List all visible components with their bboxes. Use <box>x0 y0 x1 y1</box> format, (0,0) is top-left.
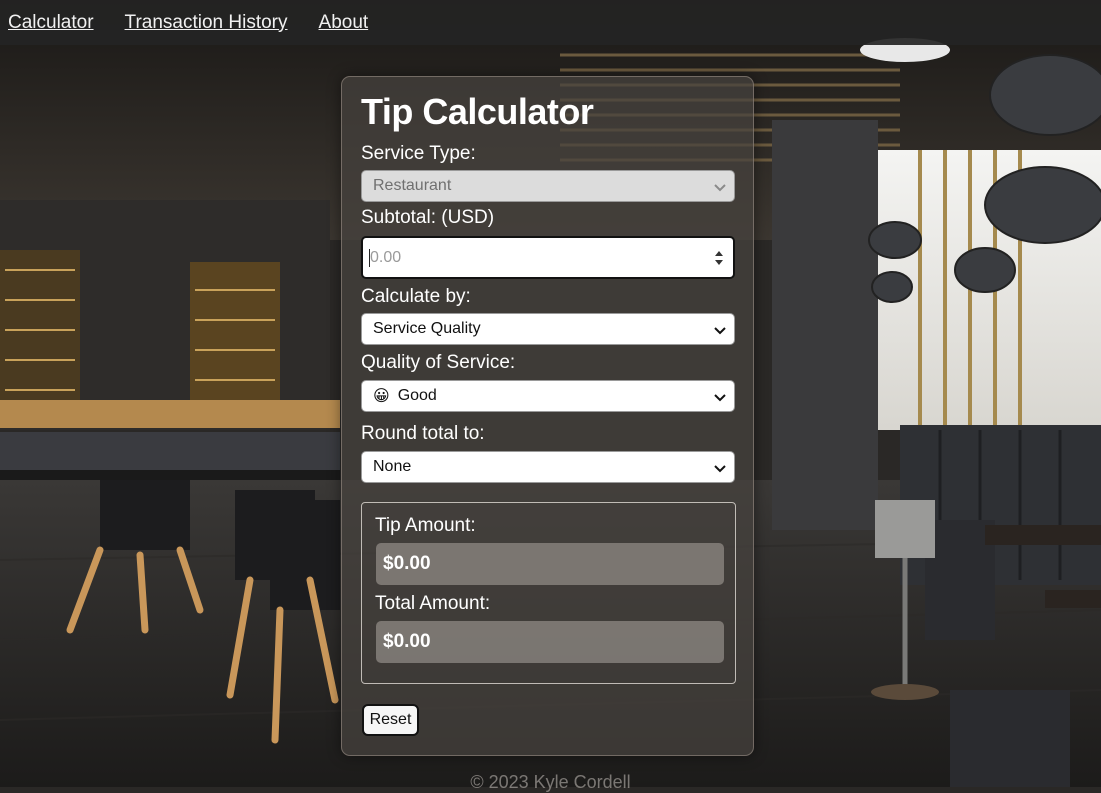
chevron-down-icon <box>714 184 726 192</box>
quality-of-service-label: Quality of Service: <box>361 352 516 373</box>
calculate-by-select[interactable]: Service Quality <box>361 313 735 345</box>
tip-amount-output: $0.00 <box>376 543 724 585</box>
subtotal-placeholder: 0.00 <box>370 248 402 266</box>
round-total-select[interactable]: None <box>361 451 735 483</box>
subtotal-label: Subtotal: (USD) <box>361 207 495 228</box>
calculate-by-label: Calculate by: <box>361 286 471 307</box>
subtotal-input[interactable]: 0.00 <box>361 236 735 279</box>
tip-amount-label: Tip Amount: <box>375 515 476 536</box>
footer-copyright: © 2023 Kyle Cordell <box>470 772 631 792</box>
quality-of-service-value: Good <box>397 387 437 404</box>
service-type-label: Service Type: <box>361 143 476 164</box>
service-type-select[interactable]: Restaurant <box>361 170 735 202</box>
total-amount-label: Total Amount: <box>375 593 491 614</box>
chevron-down-icon <box>714 465 726 473</box>
total-amount-output: $0.00 <box>376 621 724 663</box>
nav-link-about[interactable]: About <box>319 12 369 34</box>
nav-link-calculator[interactable]: Calculator <box>8 12 94 34</box>
results-panel: Tip Amount: $0.00 Total Amount: $0.00 <box>361 502 736 684</box>
reset-button[interactable]: Reset <box>362 704 419 736</box>
round-total-label: Round total to: <box>361 423 485 444</box>
quality-of-service-select[interactable]: 😀 Good <box>361 380 735 412</box>
spinner-arrows-icon[interactable] <box>713 249 725 267</box>
nav-link-transaction-history[interactable]: Transaction History <box>125 12 288 34</box>
chevron-down-icon <box>714 327 726 335</box>
round-total-value: None <box>373 458 412 475</box>
service-type-value: Restaurant <box>373 177 452 194</box>
tip-calculator-card: Tip Calculator Service Type: Restaurant … <box>341 76 754 756</box>
calculate-by-value: Service Quality <box>373 320 481 337</box>
smiley-emoji-icon: 😀 <box>373 388 390 405</box>
top-nav: Calculator Transaction History About <box>0 0 1101 45</box>
page-title: Tip Calculator <box>361 91 594 132</box>
chevron-down-icon <box>714 394 726 402</box>
